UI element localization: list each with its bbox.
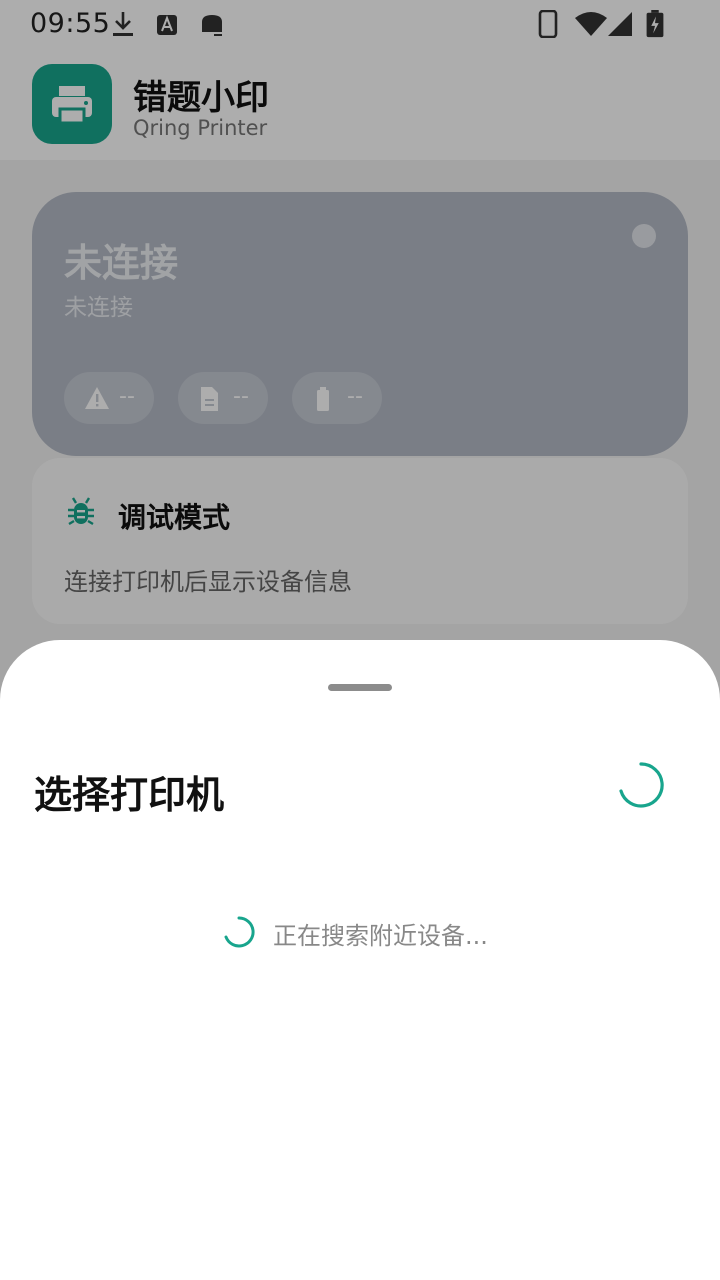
loading-spinner-icon	[619, 762, 664, 808]
select-printer-sheet: 选择打印机 正在搜索附近设备...	[0, 640, 720, 1280]
searching-spinner-icon	[224, 916, 255, 948]
sheet-title: 选择打印机	[34, 773, 225, 817]
sheet-drag-handle[interactable]	[328, 684, 392, 691]
searching-text: 正在搜索附近设备...	[273, 922, 488, 950]
